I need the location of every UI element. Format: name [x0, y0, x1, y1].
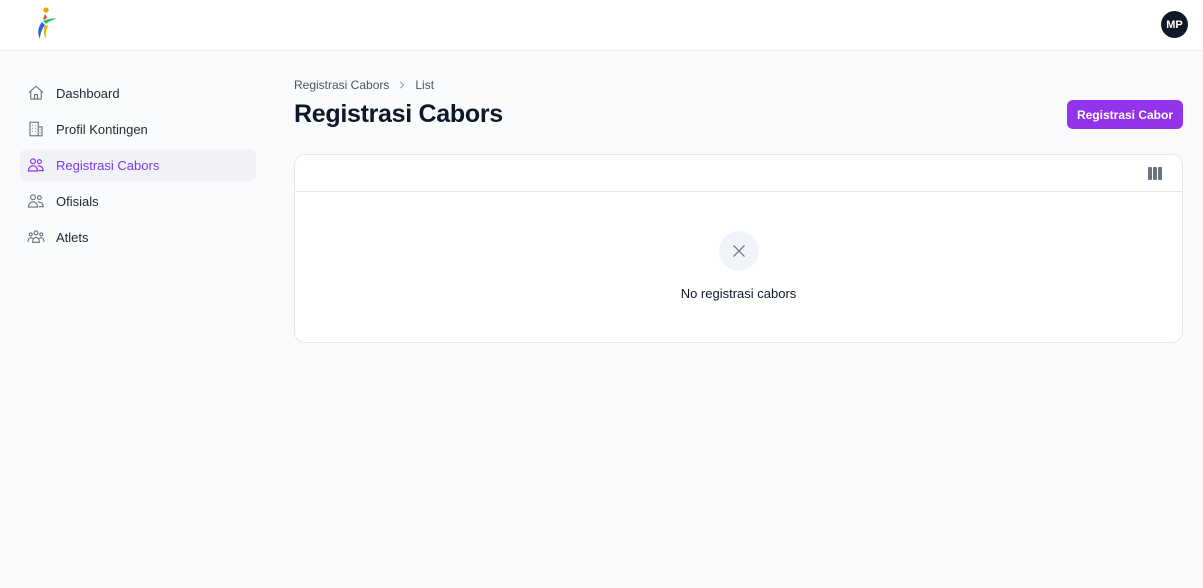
users-icon: [27, 192, 45, 210]
users-icon: [27, 156, 45, 174]
columns-icon[interactable]: [1148, 167, 1162, 180]
breadcrumb: Registrasi Cabors List: [294, 78, 434, 92]
sidebar-item-profil-kontingen[interactable]: Profil Kontingen: [20, 113, 256, 145]
sidebar-item-registrasi-cabors[interactable]: Registrasi Cabors: [20, 149, 256, 181]
top-bar: MP: [0, 0, 1203, 51]
breadcrumb-current: List: [415, 78, 435, 92]
sidebar-item-dashboard[interactable]: Dashboard: [20, 77, 256, 109]
sidebar-item-label: Registrasi Cabors: [56, 157, 160, 173]
app-logo[interactable]: [34, 6, 62, 42]
sidebar-item-label: Dashboard: [56, 85, 120, 101]
sidebar-item-label: Atlets: [56, 229, 89, 245]
sidebar-item-atlets[interactable]: Atlets: [20, 221, 256, 253]
sidebar-nav: Dashboard Profil Kontingen Registrasi Ca…: [20, 77, 256, 257]
user-group-icon: [27, 228, 45, 246]
page-title: Registrasi Cabors: [294, 100, 503, 128]
empty-state: No registrasi cabors: [295, 231, 1182, 301]
empty-state-text: No registrasi cabors: [680, 286, 797, 301]
registrasi-cabor-button[interactable]: Registrasi Cabor: [1066, 100, 1183, 129]
table-card: No registrasi cabors: [294, 154, 1183, 343]
sidebar-item-label: Profil Kontingen: [56, 121, 148, 137]
sidebar-item-ofisials[interactable]: Ofisials: [20, 185, 256, 217]
building-icon: [27, 120, 45, 138]
x-mark-icon: [718, 231, 759, 271]
home-icon: [27, 84, 45, 102]
sidebar-item-label: Ofisials: [56, 193, 99, 209]
chevron-right-icon: [398, 78, 406, 92]
user-avatar[interactable]: MP: [1161, 11, 1188, 38]
breadcrumb-link[interactable]: Registrasi Cabors: [294, 78, 389, 92]
table-toolbar: [295, 155, 1182, 192]
